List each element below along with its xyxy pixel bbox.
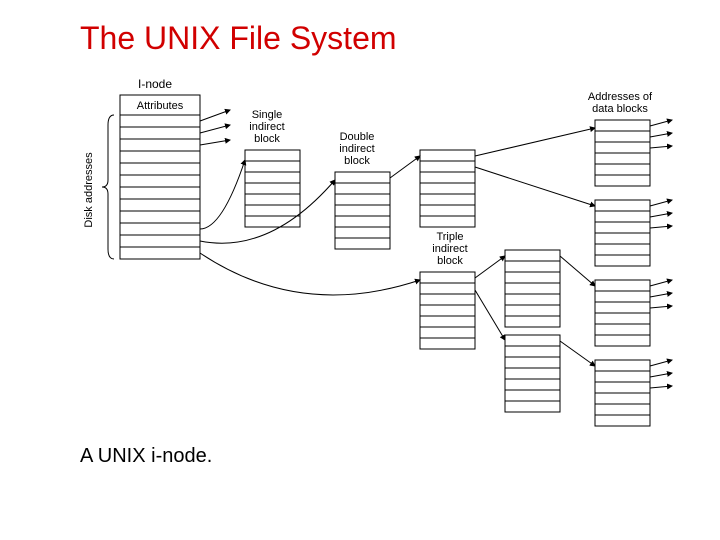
data3-out-arrow (650, 306, 672, 308)
inode-row (120, 151, 200, 163)
third-a-to-data3-arrow (560, 256, 595, 286)
single-indirect-label-l1: Single (252, 109, 283, 121)
inode-label: I-node (138, 77, 172, 91)
triple-indirect-label-l3: block (437, 255, 463, 267)
single-indirect-block (245, 150, 300, 227)
data-block-group-4 (595, 360, 650, 426)
disk-addresses-brace: Disk addresses (83, 115, 114, 259)
inode-row (120, 247, 200, 259)
second-level-block-1 (420, 150, 475, 227)
second-to-data1-arrow (475, 128, 595, 156)
inode-row (120, 115, 200, 127)
data4-out-arrow (650, 373, 672, 377)
third-level-block-b (505, 335, 560, 412)
inode-to-triple-arrow (200, 253, 420, 295)
single-indirect-label-l3: block (254, 133, 280, 145)
data4-out-arrow (650, 386, 672, 388)
disk-addresses-label: Disk addresses (83, 152, 95, 228)
double-to-second-arrow (390, 156, 420, 178)
data1-out-arrow (650, 120, 672, 126)
data2-out-arrow (650, 213, 672, 217)
inode-row (120, 199, 200, 211)
double-indirect-label-l2: indirect (339, 143, 374, 155)
data-blocks-label-l1: Addresses of (588, 91, 653, 103)
inode-diagram: I-node Attributes Disk addresses Single … (0, 0, 720, 540)
inode-row (120, 187, 200, 199)
data1-out-arrow (650, 146, 672, 148)
triple-indirect-label-l2: indirect (432, 243, 467, 255)
data1-out-arrow (650, 133, 672, 137)
inode-row (120, 175, 200, 187)
triple-to-third-b-arrow (475, 290, 505, 340)
triple-to-third-a-arrow (475, 256, 505, 278)
inode-block: Attributes (120, 95, 200, 259)
inode-row (120, 223, 200, 235)
data-block-group-1 (595, 120, 650, 186)
data2-out-arrow (650, 200, 672, 206)
inode-row (120, 211, 200, 223)
data-blocks-label-l2: data blocks (592, 103, 648, 115)
inode-to-single-arrow (200, 160, 245, 229)
direct-arrow (200, 125, 230, 133)
data2-out-arrow (650, 226, 672, 228)
inode-row (120, 139, 200, 151)
data-block-group-3 (595, 280, 650, 346)
inode-row (120, 163, 200, 175)
direct-arrow (200, 140, 230, 145)
inode-row (120, 235, 200, 247)
second-to-data2-arrow (475, 167, 595, 206)
direct-arrow (200, 110, 230, 121)
data4-out-arrow (650, 360, 672, 366)
double-indirect-label-l1: Double (340, 131, 375, 143)
double-indirect-label-l3: block (344, 155, 370, 167)
inode-row (120, 127, 200, 139)
data3-out-arrow (650, 280, 672, 286)
data3-out-arrow (650, 293, 672, 297)
double-indirect-block (335, 172, 390, 249)
data-block-group-2 (595, 200, 650, 266)
attributes-text: Attributes (137, 100, 184, 112)
third-level-block-a (505, 250, 560, 327)
single-indirect-label-l2: indirect (249, 121, 284, 133)
triple-indirect-block (420, 272, 475, 349)
triple-indirect-label-l1: Triple (436, 231, 463, 243)
third-b-to-data4-arrow (560, 341, 595, 366)
